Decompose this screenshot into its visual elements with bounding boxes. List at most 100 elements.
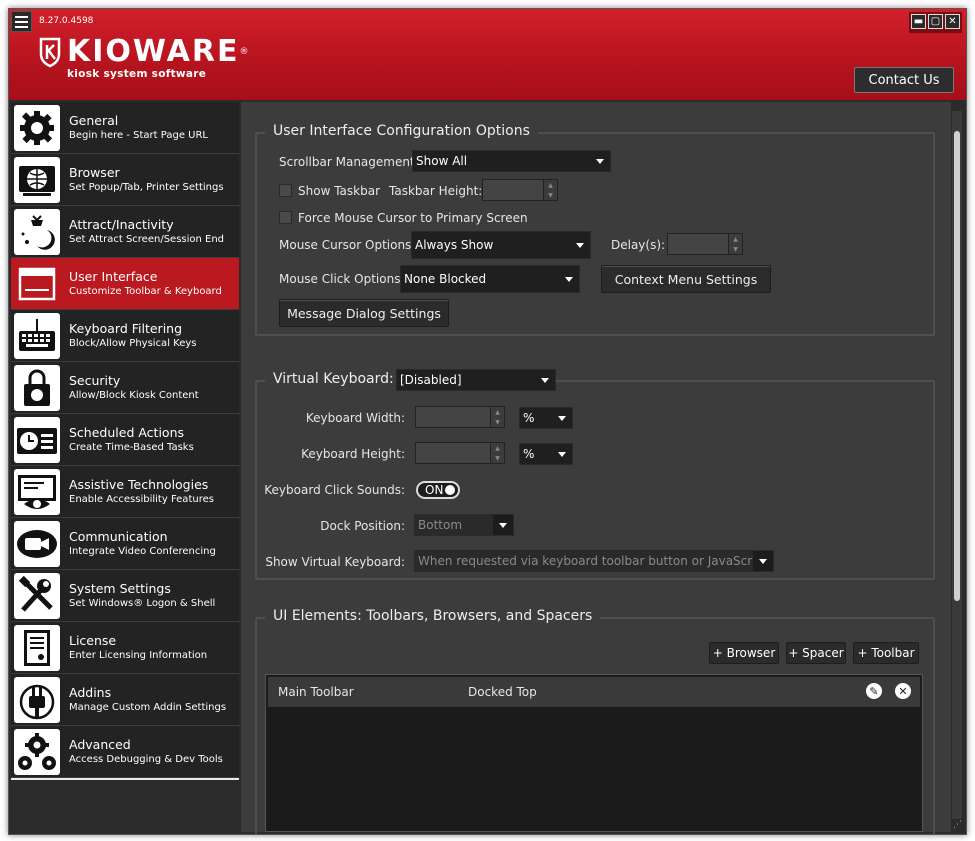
sidebar-item-security[interactable]: Security Allow/Block Kiosk Content [11, 362, 239, 414]
tools-icon [14, 572, 60, 619]
add-toolbar-button[interactable]: + Toolbar [853, 642, 919, 664]
sidebar-item-subtitle: Access Debugging & Dev Tools [69, 753, 223, 765]
sidebar-item-title: Communication [69, 528, 168, 544]
sidebar-item-subtitle: Integrate Video Conferencing [69, 545, 216, 557]
table-row[interactable]: Main Toolbar Docked Top ✎ ✕ [268, 677, 920, 707]
add-browser-button[interactable]: + Browser [709, 642, 779, 664]
row-name: Main Toolbar [278, 685, 354, 699]
window-controls: ▬ ▢ ✕ [909, 12, 962, 33]
show-taskbar-label: Show Taskbar [298, 184, 380, 198]
add-spacer-button[interactable]: + Spacer [786, 642, 846, 664]
sidebar-item-subtitle: Block/Allow Physical Keys [69, 337, 197, 349]
click-options-value: None Blocked [404, 272, 487, 286]
taskbar-height-label: Taskbar Height: [389, 184, 483, 198]
click-sounds-toggle[interactable]: ON [416, 481, 460, 499]
cursor-options-select[interactable]: Always Show [411, 231, 591, 259]
chevron-down-icon [552, 408, 572, 428]
spin-down-icon[interactable]: ▼ [543, 190, 557, 200]
close-icon[interactable]: ✕ [945, 14, 960, 29]
sidebar-item-subtitle: Enable Accessibility Features [69, 493, 214, 505]
sidebar-item-title: Addins [69, 684, 112, 700]
virtual-keyboard-title: Virtual Keyboard: [265, 371, 402, 387]
contact-us-button[interactable]: Contact Us [854, 67, 954, 93]
sidebar-item-subtitle: Create Time-Based Tasks [69, 441, 194, 453]
sidebar-item-system-settings[interactable]: System Settings Set Windows® Logon & Shel… [11, 570, 239, 622]
dock-position-value: Bottom [418, 518, 463, 532]
sidebar-item-user-interface[interactable]: User Interface Customize Toolbar & Keyboa… [11, 258, 239, 310]
browser-icon [14, 156, 60, 203]
sidebar-item-subtitle: Set Attract Screen/Session End [69, 233, 225, 245]
cursor-options-label: Mouse Cursor Options: [279, 238, 416, 252]
keyboard-width-label: Keyboard Width: [305, 411, 405, 425]
title-bar: 8.27.0.4598 KIOWARE ® kiosk system softw… [9, 9, 966, 100]
scrollbar-select[interactable]: Show All [412, 150, 611, 172]
sidebar-item-general[interactable]: General Begin here - Start Page URL [11, 102, 239, 154]
keyboard-height-spinner[interactable]: ▲ ▼ [415, 442, 505, 464]
virtual-keyboard-select[interactable]: [Disabled] [396, 369, 556, 391]
sidebar-item-scheduled-actions[interactable]: Scheduled Actions Create Time-Based Tasks [11, 414, 239, 466]
sidebar-item-browser[interactable]: Browser Set Popup/Tab, Printer Settings [11, 154, 239, 206]
sidebar-item-assistive[interactable]: Assistive Technologies Enable Accessibili… [11, 466, 239, 518]
sidebar-item-title: System Settings [69, 580, 171, 596]
spin-down-icon[interactable]: ▼ [490, 453, 504, 463]
show-taskbar-checkbox[interactable] [279, 184, 292, 197]
ui-config-title: User Interface Configuration Options [265, 123, 538, 139]
maximize-icon[interactable]: ▢ [928, 14, 943, 29]
taskbar-height-spinner[interactable]: ▲ ▼ [482, 179, 558, 201]
scrollbar-label: Scrollbar Management: [279, 155, 419, 169]
spin-down-icon[interactable]: ▼ [728, 244, 742, 254]
kioware-logo: KIOWARE ® [37, 36, 248, 68]
delay-spinner[interactable]: ▲ ▼ [667, 233, 743, 255]
keyboard-width-spinner[interactable]: ▲ ▼ [415, 406, 505, 428]
version-label: 8.27.0.4598 [39, 16, 94, 26]
sidebar-item-subtitle: Begin here - Start Page URL [69, 129, 208, 141]
scrollbar-thumb[interactable] [954, 131, 960, 601]
click-sounds-label: Keyboard Click Sounds: [264, 483, 405, 497]
dock-position-label: Dock Position: [320, 519, 405, 533]
edit-icon[interactable]: ✎ [866, 683, 882, 699]
sidebar-item-addins[interactable]: Addins Manage Custom Addin Settings [11, 674, 239, 726]
keyboard-height-unit-select[interactable]: % [519, 443, 573, 465]
keyboard-icon [14, 312, 60, 359]
hamburger-menu-icon[interactable] [11, 11, 32, 32]
sidebar-item-subtitle: Enter Licensing Information [69, 649, 208, 661]
sidebar-item-communication[interactable]: Communication Integrate Video Conferencin… [11, 518, 239, 570]
keyboard-width-unit: % [523, 411, 535, 425]
sidebar-item-subtitle: Allow/Block Kiosk Content [69, 389, 199, 401]
sidebar-item-license[interactable]: License Enter Licensing Information [11, 622, 239, 674]
spin-up-icon[interactable]: ▲ [543, 180, 557, 190]
sidebar-item-title: Advanced [69, 736, 131, 752]
show-keyboard-select[interactable]: When requested via keyboard toolbar butt… [414, 550, 774, 572]
force-cursor-checkbox[interactable] [279, 211, 292, 224]
gear-icon [14, 104, 60, 151]
click-options-select[interactable]: None Blocked [400, 265, 580, 293]
sidebar-item-attract[interactable]: Attract/Inactivity Set Attract Screen/Ses… [11, 206, 239, 258]
keyboard-height-unit: % [523, 447, 535, 461]
chevron-down-icon [493, 515, 513, 535]
context-menu-settings-button[interactable]: Context Menu Settings [601, 265, 771, 293]
minimize-icon[interactable]: ▬ [911, 14, 926, 29]
sidebar-item-advanced[interactable]: Advanced Access Debugging & Dev Tools [11, 726, 239, 778]
sidebar-item-title: Attract/Inactivity [69, 216, 174, 232]
resize-grip-icon[interactable]: ⋰ [953, 820, 962, 830]
keyboard-width-unit-select[interactable]: % [519, 407, 573, 429]
spin-up-icon[interactable]: ▲ [490, 443, 504, 453]
dock-position-select[interactable]: Bottom [414, 514, 514, 536]
sidebar-nav: General Begin here - Start Page URL Brows… [11, 102, 239, 780]
spin-down-icon[interactable]: ▼ [490, 417, 504, 427]
lock-icon [14, 364, 60, 411]
spin-up-icon[interactable]: ▲ [490, 407, 504, 417]
sidebar-item-title: Scheduled Actions [69, 424, 185, 440]
window-icon [14, 260, 60, 307]
show-keyboard-value: When requested via keyboard toolbar butt… [418, 554, 768, 568]
delete-icon[interactable]: ✕ [895, 683, 911, 699]
sidebar-item-title: Assistive Technologies [69, 476, 209, 492]
message-dialog-settings-button[interactable]: Message Dialog Settings [279, 299, 449, 327]
vertical-scrollbar[interactable] [952, 111, 962, 819]
chevron-down-icon [552, 444, 572, 464]
click-options-label: Mouse Click Options: [279, 272, 405, 286]
sidebar-item-keyboard-filtering[interactable]: Keyboard Filtering Block/Allow Physical K… [11, 310, 239, 362]
spin-up-icon[interactable]: ▲ [728, 234, 742, 244]
row-position: Docked Top [468, 685, 537, 699]
chevron-down-icon [590, 151, 610, 171]
